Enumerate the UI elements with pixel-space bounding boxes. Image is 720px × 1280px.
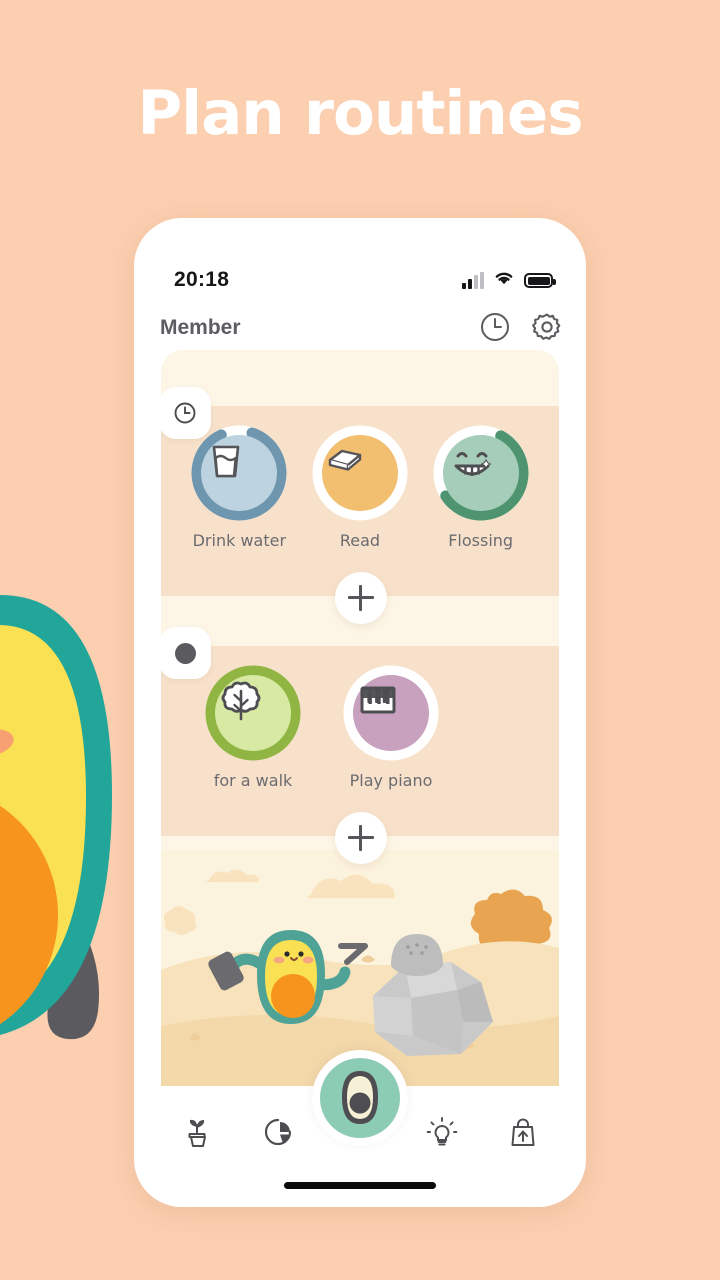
book-icon: [328, 449, 362, 471]
habit-item[interactable]: for a walk: [199, 664, 307, 790]
tree-icon: [221, 681, 261, 721]
add-habit-button-evening[interactable]: [335, 812, 387, 864]
habit-label: for a walk: [213, 771, 293, 790]
plant-pot-icon: [188, 1119, 206, 1147]
header-actions: [478, 310, 564, 344]
phone-mockup: 20:18 Member Drink water Read Flossing f…: [134, 218, 586, 1207]
shopping-bag-icon: [511, 1118, 535, 1146]
battery-icon: [524, 273, 556, 288]
habit-label: Flossing: [448, 531, 514, 550]
habit-progress-ring: [311, 424, 409, 522]
home-indicator: [284, 1182, 436, 1189]
nav-item-garden[interactable]: [173, 1108, 221, 1156]
habit-icon-disc: [321, 435, 398, 511]
habit-item[interactable]: Drink water: [185, 424, 293, 550]
habit-progress-ring: [190, 424, 288, 522]
status-time: 20:18: [174, 268, 230, 291]
avocado-home-button[interactable]: [312, 1050, 408, 1146]
signal-icon: [462, 271, 484, 289]
nav-item-tips[interactable]: [418, 1108, 466, 1156]
pie-chart-icon: [265, 1118, 292, 1146]
gear-icon[interactable]: [530, 310, 564, 344]
wifi-icon: [493, 270, 515, 291]
habit-progress-ring: [204, 664, 302, 762]
status-bar: 20:18: [134, 268, 586, 298]
clock-icon: [174, 402, 196, 424]
water-glass-icon: [213, 445, 240, 478]
avocado-button-inner: [320, 1058, 400, 1138]
page-title: Plan routines: [137, 78, 583, 149]
status-icons: [462, 270, 556, 291]
habit-row-evening: for a walk Play piano: [161, 664, 559, 814]
habit-label: Read: [339, 531, 381, 550]
app-header-title: Member: [160, 316, 241, 339]
avocado-icon: [342, 1071, 378, 1124]
habit-label: Drink water: [192, 531, 287, 550]
half-moon-icon: [174, 642, 196, 664]
habit-icon-disc: [201, 435, 278, 511]
bottom-nav: [134, 1050, 586, 1207]
habit-item[interactable]: Flossing: [427, 424, 535, 550]
lightbulb-icon: [426, 1117, 457, 1146]
habit-icon-disc: [442, 435, 519, 511]
habit-label: Play piano: [349, 771, 433, 790]
habit-icon-disc: [353, 675, 429, 751]
clock-icon[interactable]: [478, 310, 512, 344]
habit-icon-disc: [215, 675, 291, 751]
habit-item[interactable]: Read: [306, 424, 414, 550]
habit-progress-ring: [432, 424, 530, 522]
add-habit-button-morning[interactable]: [335, 572, 387, 624]
habit-progress-ring: [342, 664, 440, 762]
smiling-teeth-icon: [454, 452, 492, 476]
nav-item-stats[interactable]: [254, 1108, 302, 1156]
routines-card: Drink water Read Flossing for a walk Pla…: [161, 350, 559, 1086]
nav-item-shop[interactable]: [499, 1108, 547, 1156]
plus-icon: [348, 585, 374, 611]
habit-item[interactable]: Play piano: [337, 664, 445, 790]
section-badge-morning[interactable]: [161, 387, 211, 439]
piano-icon: [360, 686, 396, 714]
section-badge-evening[interactable]: [161, 627, 211, 679]
mascot-blush-right: [0, 729, 14, 757]
habit-row-morning: Drink water Read Flossing: [161, 424, 559, 574]
plus-icon: [348, 825, 374, 851]
